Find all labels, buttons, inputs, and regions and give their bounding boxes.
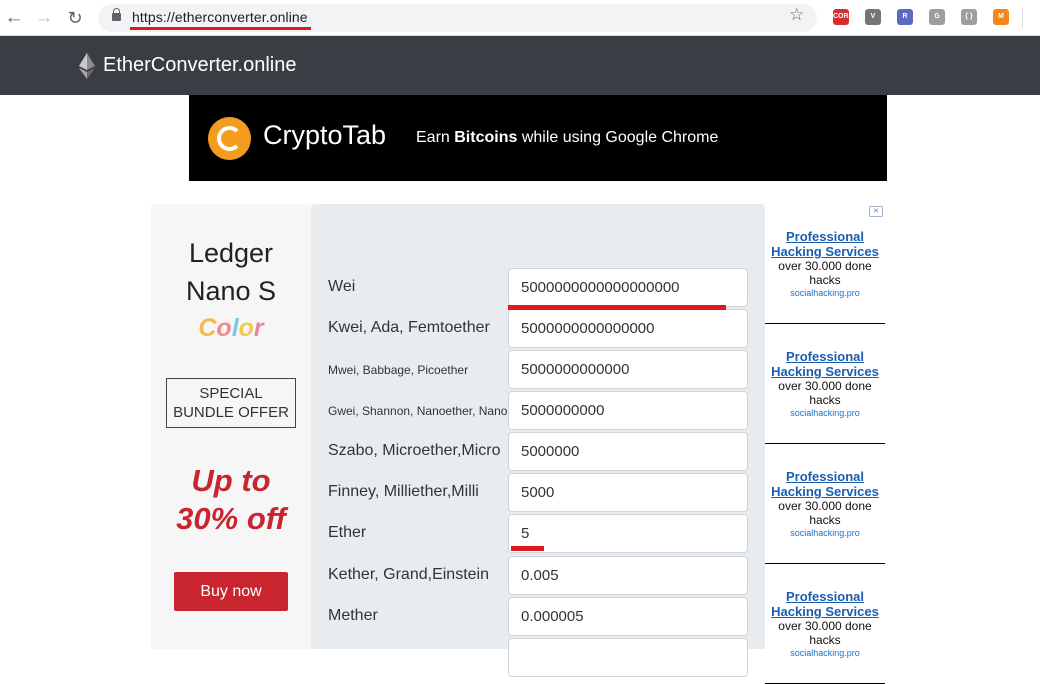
color-letter: r [253,314,264,342]
color-letter: o [238,314,254,342]
forward-arrow-icon[interactable]: → [32,6,56,30]
ad-title-link[interactable]: Hacking Services [765,364,885,379]
bookmark-star-icon[interactable]: ☆ [789,5,804,25]
site-brand[interactable]: EtherConverter.online [103,54,296,77]
ad-color-word: Color [151,314,311,343]
back-arrow-icon[interactable]: ← [2,6,26,30]
unit-value-input[interactable] [508,597,748,636]
converter-row: Kwei, Ada, Femtoether [311,309,765,348]
cors-extension-icon[interactable]: CORS [833,9,853,25]
side-ad[interactable]: Professional Hacking Services over 30.000 … [765,204,885,324]
ad-title-link[interactable]: Hacking Services [765,604,885,619]
converter-row: Finney, Milliether,Milli [311,473,765,512]
side-ad-column: ✕ Professional Hacking Services over 30.00… [765,204,885,684]
url-text[interactable]: https://etherconverter.online [132,9,308,25]
converter-row [311,638,765,677]
reload-icon[interactable]: ↻ [63,6,87,30]
promo-line2: 30% off [176,501,286,536]
ad-title-link[interactable]: Professional [765,324,885,364]
promo-text: Up to 30% off [151,462,311,538]
braces-extension-icon[interactable]: { } [961,9,977,25]
unit-value-input[interactable] [508,638,748,677]
unit-value-input[interactable] [508,350,748,389]
converter-row: Wei [311,268,765,307]
bundle-line2: BUNDLE OFFER [173,404,289,421]
unit-label: Szabo, Microether,Micro [328,442,501,459]
unit-label: Wei [328,278,356,295]
r-extension-icon[interactable]: R [897,9,913,25]
unit-value-input[interactable] [508,514,748,553]
converter-row: Kether, Grand,Einstein [311,556,765,595]
ad-url[interactable]: socialhacking.pro [765,287,885,300]
ledger-ad[interactable]: Ledger Nano S Color SPECIAL BUNDLE OFFER… [151,204,311,649]
ad-description: hacks [809,633,841,647]
ad-description: hacks [809,513,841,527]
banner-tagline: Earn Bitcoins while using Google Chrome [416,129,719,146]
url-annotation-underline [130,27,311,30]
ethereum-logo-icon[interactable] [79,53,95,79]
ad-title-line1: Ledger [188,238,274,268]
banner-brand: CryptoTab [263,120,387,150]
unit-value-input[interactable] [508,432,748,471]
ad-description: over 30.000 done [778,259,872,273]
vue-devtools-icon[interactable]: V [865,9,881,25]
ad-url[interactable]: socialhacking.pro [765,527,885,540]
side-ad[interactable]: Professional Hacking Services over 30.000 … [765,564,885,684]
bundle-line1: SPECIAL [199,385,263,402]
lock-icon [112,8,121,21]
unit-label: Kether, Grand,Einstein [328,566,489,583]
side-ad[interactable]: Professional Hacking Services over 30.000 … [765,324,885,444]
browser-toolbar: ← → ↻ https://etherconverter.online ☆ CO… [0,0,1040,36]
unit-label: Gwei, Shannon, Nanoether, Nano [328,404,508,418]
color-letter: C [198,314,217,342]
site-header: EtherConverter.online [0,36,1040,95]
unit-label: Finney, Milliether,Milli [328,483,479,500]
ad-title-link[interactable]: Hacking Services [765,244,885,259]
cryptotab-logo-icon [208,117,251,160]
ad-title-line2: Nano S [185,276,277,306]
unit-converter: Wei Kwei, Ada, Femtoether Mwei, Babbage, P… [311,204,765,677]
unit-value-input[interactable] [508,473,748,512]
ether-annotation-underline [511,546,544,551]
g-extension-icon[interactable]: G [929,9,945,25]
color-letter: l [231,314,239,342]
unit-label: Kwei, Ada, Femtoether [328,319,490,336]
unit-value-input[interactable] [508,391,748,430]
unit-value-input[interactable] [508,268,748,307]
metamask-icon[interactable]: M [993,9,1009,25]
ad-description: over 30.000 done [778,499,872,513]
unit-label: Mether [328,607,378,624]
cryptotab-banner[interactable]: CryptoTab Earn Bitcoins while using Goog… [189,95,887,181]
ad-title-link[interactable]: Hacking Services [765,484,885,499]
toolbar-divider [1022,8,1023,28]
converter-row: Szabo, Microether,Micro [311,432,765,471]
unit-label: Mwei, Babbage, Picoether [328,363,469,377]
converter-row: Mwei, Babbage, Picoether [311,350,765,389]
promo-line1: Up to [191,463,271,498]
ad-description: over 30.000 done [778,379,872,393]
unit-value-input[interactable] [508,309,748,348]
ad-description: over 30.000 done [778,619,872,633]
unit-label: Ether [328,524,367,541]
converter-row: Mether [311,597,765,636]
side-ad[interactable]: Professional Hacking Services over 30.000 … [765,444,885,564]
ad-title-link[interactable]: Professional [765,444,885,484]
ad-title-link[interactable]: Professional [765,564,885,604]
converter-row: Gwei, Shannon, Nanoether, Nano [311,391,765,430]
unit-value-input[interactable] [508,556,748,595]
bundle-offer-box: SPECIAL BUNDLE OFFER [166,378,296,428]
ad-description: hacks [809,393,841,407]
ad-description: hacks [809,273,841,287]
ad-title-link[interactable]: Professional [765,204,885,244]
ad-url[interactable]: socialhacking.pro [765,407,885,420]
wei-annotation-underline [508,305,726,310]
color-letter: o [216,314,232,342]
buy-now-button[interactable]: Buy now [174,572,288,611]
